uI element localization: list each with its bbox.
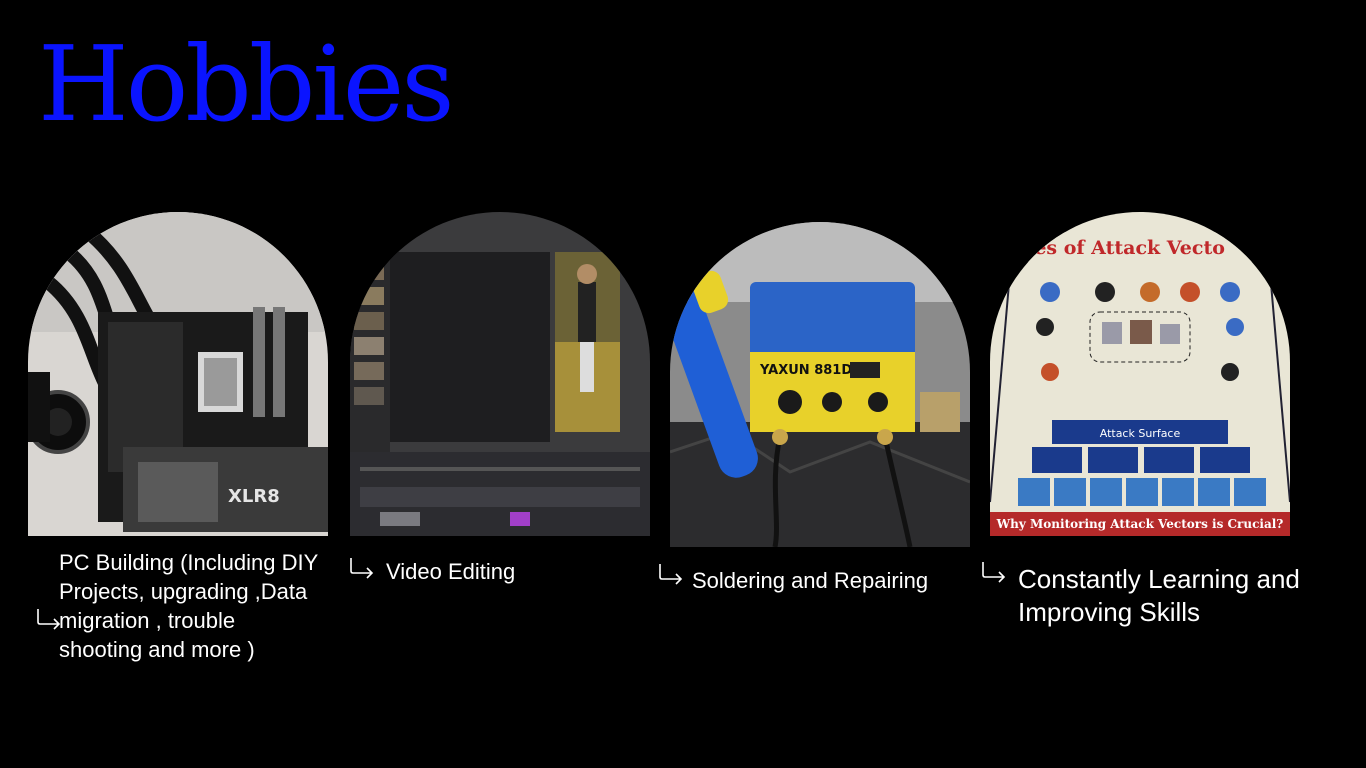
return-arrow-icon xyxy=(981,561,1007,583)
poster-footer-text: Why Monitoring Attack Vectors is Crucial… xyxy=(996,517,1284,531)
soldering-station-photo: YAXUN 881D xyxy=(670,222,970,547)
attack-vectors-poster-photo: ypes of Attack Vecto Attack Surface Why … xyxy=(990,212,1290,536)
pc-build-photo: XLR8 xyxy=(28,212,328,536)
return-arrow-icon xyxy=(349,557,375,579)
soldering-brand-label: YAXUN 881D xyxy=(759,363,852,378)
return-arrow-icon xyxy=(658,563,684,585)
poster-header-text: ypes of Attack Vecto xyxy=(1009,237,1225,259)
poster-center-label: Attack Surface xyxy=(1100,427,1181,440)
svg-text:XLR8: XLR8 xyxy=(228,486,280,507)
hobby-caption-pc-building: PC Building (Including DIY Projects, upg… xyxy=(59,550,318,662)
slide-title: Hobbies xyxy=(38,23,455,145)
video-editing-photo xyxy=(350,212,650,536)
hobby-caption-video-editing: Video Editing xyxy=(386,559,516,584)
hobby-caption-soldering: Soldering and Repairing xyxy=(692,568,929,593)
hobby-caption-learning: Constantly Learning and Improving Skills xyxy=(1018,564,1300,627)
